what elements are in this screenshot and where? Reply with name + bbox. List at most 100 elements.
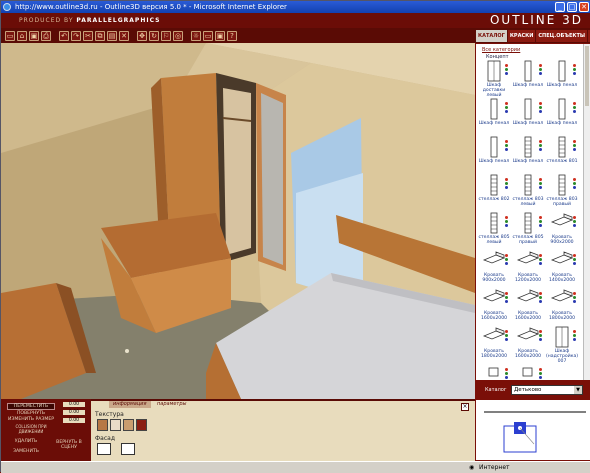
new-icon[interactable]: ▭ [5,30,15,41]
collision-toggle[interactable]: COLLISION ПРИ ДВИЖЕНИИ [7,424,55,434]
minimize-button[interactable]: _ [555,2,565,12]
catalog-item[interactable]: Кровать 900x2000 [546,212,578,245]
help-icon[interactable]: ? [227,30,237,41]
tab-parameters[interactable]: параметры [153,401,191,408]
open-icon[interactable]: ⌂ [17,30,27,41]
return-to-scene-button[interactable]: ВЕРНУТЬ В СЦЕНУ [49,440,89,450]
window-title: http://www.outline3d.ru - Outline3D верс… [15,3,287,11]
delete-button[interactable]: УДАЛИТЬ [7,439,45,444]
catalog-item[interactable]: Кровать 1600x2000 [478,288,510,321]
catalog-item[interactable]: стеллаж 803 правый [546,174,578,207]
panel-close-icon[interactable]: × [461,403,469,411]
facade-option-1[interactable] [97,443,111,455]
color-dots [573,292,578,304]
photo-icon[interactable]: ▣ [215,30,225,41]
catalog-item[interactable]: стеллаж 805 левый [478,212,510,245]
texture-swatch[interactable] [123,419,134,431]
tab-paints[interactable]: КРАСКИ [507,30,536,42]
catalog-item[interactable]: Кровать 1400x2000 [546,250,578,283]
save-icon[interactable]: ▣ [29,30,39,41]
catalog-scrollbar[interactable] [583,44,590,380]
catalog-item[interactable]: Тумба 604 [478,364,510,380]
delete-icon[interactable]: ✕ [119,30,129,41]
texture-swatches [97,419,147,431]
all-categories-link[interactable]: Все категории [482,47,520,53]
item-thumbnail-icon [546,250,578,272]
texture-swatch[interactable] [136,419,147,431]
color-dots [505,330,510,342]
catalog-item[interactable]: Кровать 1600x2000 [512,326,544,359]
catalog-item[interactable]: Шкаф доставки левый [478,60,510,98]
item-thumbnail-icon [512,326,544,348]
color-dots [539,216,544,228]
catalog-item[interactable]: Кровать 900x2000 [478,250,510,283]
move-icon[interactable]: ✥ [137,30,147,41]
color-dots [539,178,544,190]
tab-catalog[interactable]: КАТАЛОГ [476,30,507,42]
tab-special-objects[interactable]: СПЕЦ.ОБЪЕКТЫ [536,30,588,42]
catalog-item[interactable]: Кровать 1800x2000 [546,288,578,321]
move-button[interactable]: ПЕРЕМЕСТИТЬ [7,403,55,410]
rotate-button[interactable]: ПОВЕРНУТЬ [7,411,55,416]
resize-button[interactable]: ИЗМЕНИТЬ РАЗМЕР [7,417,55,422]
walk-icon[interactable]: ⚐ [161,30,171,41]
catalog-item[interactable]: Шкаф пенал [478,98,510,126]
browser-window: http://www.outline3d.ru - Outline3D верс… [0,0,590,473]
copy-icon[interactable]: ⧉ [95,30,105,41]
cut-icon[interactable]: ✂ [83,30,93,41]
texture-swatch[interactable] [97,419,108,431]
undo-icon[interactable]: ↶ [59,30,69,41]
item-thumbnail-icon [478,288,510,310]
catalog-item-label: стеллаж 802 [478,197,510,202]
maximize-button[interactable]: □ [567,2,577,12]
catalog-item[interactable]: стеллаж 801 [546,136,578,164]
view-icon[interactable]: ◎ [173,30,183,41]
catalog-item[interactable]: стеллаж 802 [478,174,510,202]
catalog-item[interactable]: Шкаф пенал [512,98,544,126]
rotate-icon[interactable]: ↻ [149,30,159,41]
item-thumbnail-icon [512,288,544,310]
coord-z-field[interactable]: 0.00 [63,418,85,423]
catalog-item-label: Шкаф пенал [546,121,578,126]
catalog-item[interactable]: Кровать 1800x2000 [478,326,510,359]
catalog-item-label: стеллаж 803 правый [546,197,578,207]
item-thumbnail-icon [478,174,510,196]
catalog-item-label: Шкаф (надстройка) 007 [546,349,579,364]
scrollbar-thumb[interactable] [585,46,589,106]
print-icon[interactable]: ⎙ [41,30,51,41]
plan-minimap[interactable] [475,399,590,461]
catalog-item[interactable]: Шкаф пенал [512,136,544,164]
3d-viewport[interactable] [1,43,475,399]
camera-icon[interactable]: ▭ [203,30,213,41]
close-button[interactable]: ✕ [579,2,589,12]
catalog-item-label: Кровать 900x2000 [482,273,506,283]
status-bar: ◉ Интернет [1,461,590,473]
light-icon[interactable]: ☼ [191,30,201,41]
catalog-item[interactable]: Шкаф пенал [478,136,510,164]
facade-option-2[interactable] [121,443,135,455]
item-thumbnail-icon [478,212,510,234]
texture-swatch[interactable] [110,419,121,431]
catalog-item[interactable]: Кровать 1200x2000 [512,250,544,283]
item-thumbnail-icon [512,364,544,380]
catalog-item[interactable]: Шкаф (надстройка) 007 [546,326,578,364]
redo-icon[interactable]: ↷ [71,30,81,41]
catalog-item[interactable]: стеллаж 805 правый [512,212,544,245]
catalog-item[interactable]: Тумба 605 [512,364,544,380]
catalog-item[interactable]: Кровать 1600x2000 [512,288,544,321]
replace-button[interactable]: ЗАМЕНИТЬ [7,449,45,454]
paste-icon[interactable]: ▤ [107,30,117,41]
catalog-item[interactable]: стеллаж 803 левый [512,174,544,207]
tab-information[interactable]: информация [109,401,151,408]
color-dots [573,64,578,76]
catalog-item[interactable]: Шкаф пенал [546,60,578,88]
chevron-down-icon[interactable]: ▼ [574,386,582,394]
catalog-dropdown[interactable]: Детьково ▼ [511,385,583,395]
floor-plan [484,411,586,453]
item-thumbnail-icon [512,98,544,120]
catalog-selector-label: Каталог [485,387,507,393]
coord-y-field[interactable]: 0.00 [63,410,85,415]
catalog-item[interactable]: Шкаф пенал [546,98,578,126]
coord-x-field[interactable]: 0.00 [63,402,85,407]
catalog-item[interactable]: Шкаф пенал [512,60,544,88]
